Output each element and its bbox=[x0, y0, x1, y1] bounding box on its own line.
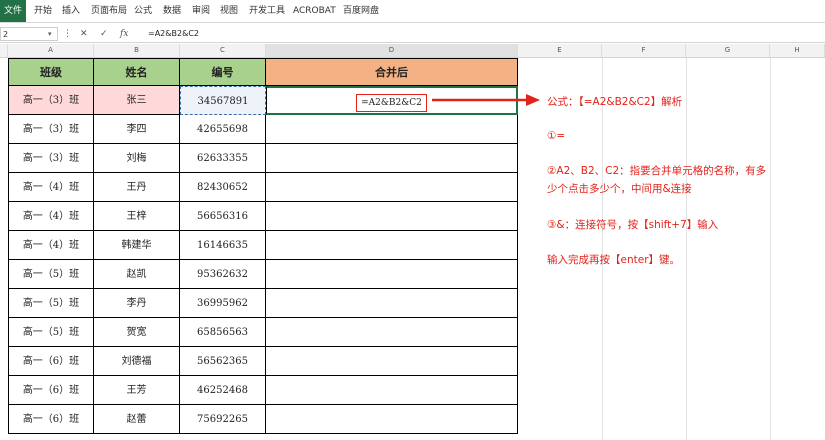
column-header-b[interactable]: B bbox=[94, 44, 180, 57]
menu-acrobat[interactable]: ACROBAT bbox=[293, 0, 336, 22]
cell-class[interactable]: 高一（5）班 bbox=[8, 318, 94, 347]
cell-number[interactable]: 56562365 bbox=[180, 347, 266, 376]
cell-number[interactable]: 46252468 bbox=[180, 376, 266, 405]
cell-merged[interactable] bbox=[266, 347, 518, 376]
gridline bbox=[686, 58, 687, 440]
cell-name[interactable]: 李丹 bbox=[94, 289, 180, 318]
cancel-icon[interactable]: ✕ bbox=[80, 27, 88, 41]
column-header-a[interactable]: A bbox=[8, 44, 94, 57]
confirm-icon[interactable]: ✓ bbox=[100, 27, 108, 41]
menu-page-layout[interactable]: 页面布局 bbox=[91, 0, 127, 22]
column-header-c[interactable]: C bbox=[180, 44, 266, 57]
cell-name[interactable]: 刘德福 bbox=[94, 347, 180, 376]
cell-number[interactable]: 34567891 bbox=[180, 86, 266, 115]
cell-number[interactable]: 36995962 bbox=[180, 289, 266, 318]
menu-developer[interactable]: 开发工具 bbox=[249, 0, 285, 22]
cell-name[interactable]: 张三 bbox=[94, 86, 180, 115]
formula-bar: 2 ▾ ⋮ ✕ ✓ fx =A2&B2&C2 bbox=[0, 26, 825, 43]
formula-input[interactable]: =A2&B2&C2 bbox=[148, 27, 199, 41]
cell-number[interactable]: 75692265 bbox=[180, 405, 266, 434]
ribbon-menu: 文件 开始 插入 页面布局 公式 数据 审阅 视图 开发工具 ACROBAT 百… bbox=[0, 0, 825, 23]
cell-class[interactable]: 高一（6）班 bbox=[8, 376, 94, 405]
cell-merged[interactable] bbox=[266, 173, 518, 202]
cell-name[interactable]: 李四 bbox=[94, 115, 180, 144]
note-step2-line2: 少个点击多少个，中间用&连接 bbox=[547, 183, 692, 195]
menu-baidu-netdisk[interactable]: 百度网盘 bbox=[343, 0, 379, 22]
menu-insert[interactable]: 插入 bbox=[62, 0, 80, 22]
note-formula-title: 公式：【=A2&B2&C2】解析 bbox=[547, 96, 683, 108]
cell-number[interactable]: 65856563 bbox=[180, 318, 266, 347]
cell-class[interactable]: 高一（4）班 bbox=[8, 202, 94, 231]
cell-number[interactable]: 82430652 bbox=[180, 173, 266, 202]
cell-class[interactable]: 高一（5）班 bbox=[8, 260, 94, 289]
header-number[interactable]: 编号 bbox=[180, 58, 266, 86]
menu-file[interactable]: 文件 bbox=[0, 0, 26, 22]
cell-merged[interactable] bbox=[266, 231, 518, 260]
cell-merged[interactable] bbox=[266, 405, 518, 434]
cell-number[interactable]: 42655698 bbox=[180, 115, 266, 144]
column-header-g[interactable]: G bbox=[686, 44, 770, 57]
cell-name[interactable]: 赵蕾 bbox=[94, 405, 180, 434]
menu-review[interactable]: 审阅 bbox=[192, 0, 210, 22]
cell-name[interactable]: 刘梅 bbox=[94, 144, 180, 173]
note-step3: ③&：连接符号，按【shift+7】输入 bbox=[547, 219, 719, 231]
note-step4: 输入完成再按【enter】键。 bbox=[547, 254, 681, 266]
editing-formula[interactable]: =A2&B2&C2 bbox=[356, 94, 427, 112]
header-class[interactable]: 班级 bbox=[8, 58, 94, 86]
cell-name[interactable]: 王丹 bbox=[94, 173, 180, 202]
menu-data[interactable]: 数据 bbox=[163, 0, 181, 22]
cell-name[interactable]: 王梓 bbox=[94, 202, 180, 231]
cell-number[interactable]: 16146635 bbox=[180, 231, 266, 260]
note-step2-line1: ②A2、B2、C2：指要合并单元格的名称，有多 bbox=[547, 165, 767, 177]
insert-function-icon[interactable]: fx bbox=[120, 27, 128, 41]
cell-name[interactable]: 赵凯 bbox=[94, 260, 180, 289]
menu-formulas[interactable]: 公式 bbox=[134, 0, 152, 22]
cell-merged[interactable] bbox=[266, 115, 518, 144]
cell-merged[interactable] bbox=[266, 318, 518, 347]
cell-merged[interactable] bbox=[266, 376, 518, 405]
cell-class[interactable]: 高一（6）班 bbox=[8, 405, 94, 434]
cell-class[interactable]: 高一（6）班 bbox=[8, 347, 94, 376]
cell-name[interactable]: 王芳 bbox=[94, 376, 180, 405]
column-header-f[interactable]: F bbox=[602, 44, 686, 57]
cell-number[interactable]: 62633355 bbox=[180, 144, 266, 173]
cell-class[interactable]: 高一（3）班 bbox=[8, 144, 94, 173]
cell-merged[interactable] bbox=[266, 289, 518, 318]
arrow-right-icon bbox=[432, 94, 540, 106]
gridline bbox=[770, 58, 771, 440]
column-header-d[interactable]: D bbox=[266, 44, 518, 57]
cell-merged[interactable] bbox=[266, 144, 518, 173]
drag-handle-icon[interactable]: ⋮ bbox=[63, 27, 72, 41]
column-header-h[interactable]: H bbox=[770, 44, 825, 57]
chevron-down-icon[interactable]: ▾ bbox=[48, 27, 52, 41]
cell-number[interactable]: 95362632 bbox=[180, 260, 266, 289]
cell-name[interactable]: 贺宽 bbox=[94, 318, 180, 347]
menu-home[interactable]: 开始 bbox=[34, 0, 52, 22]
column-header-e[interactable]: E bbox=[518, 44, 602, 57]
cell-merged[interactable] bbox=[266, 260, 518, 289]
cell-class[interactable]: 高一（4）班 bbox=[8, 173, 94, 202]
cell-class[interactable]: 高一（3）班 bbox=[8, 86, 94, 115]
cell-merged[interactable] bbox=[266, 202, 518, 231]
cell-class[interactable]: 高一（3）班 bbox=[8, 115, 94, 144]
cell-number[interactable]: 56656316 bbox=[180, 202, 266, 231]
header-name[interactable]: 姓名 bbox=[94, 58, 180, 86]
cell-class[interactable]: 高一（5）班 bbox=[8, 289, 94, 318]
cell-name[interactable]: 韩建华 bbox=[94, 231, 180, 260]
note-step1: ①= bbox=[547, 130, 566, 142]
column-header-row: A B C D E F G H bbox=[0, 44, 825, 58]
cell-class[interactable]: 高一（4）班 bbox=[8, 231, 94, 260]
select-all-corner[interactable] bbox=[0, 44, 8, 57]
gridline bbox=[602, 58, 603, 440]
menu-view[interactable]: 视图 bbox=[220, 0, 238, 22]
header-merged[interactable]: 合并后 bbox=[266, 58, 518, 86]
